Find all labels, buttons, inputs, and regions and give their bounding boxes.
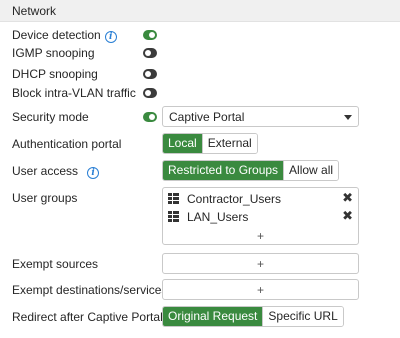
auth-portal-row: Authentication portal Local External [0, 133, 400, 155]
network-section-header: Network [0, 0, 400, 22]
auth-portal-label: Authentication portal [12, 137, 122, 151]
exempt-sources-field[interactable]: + [162, 253, 359, 274]
redirect-option-original-request[interactable]: Original Request [163, 307, 263, 326]
device-detection-label: Device detection [12, 28, 101, 42]
add-user-group-button[interactable]: + [163, 229, 358, 243]
block-intra-vlan-toggle[interactable] [143, 88, 157, 98]
add-exempt-source-button[interactable]: + [163, 257, 358, 271]
list-item: Contractor_Users ✖ [168, 190, 356, 208]
exempt-sources-label: Exempt sources [12, 257, 99, 271]
security-mode-value: Captive Portal [169, 110, 245, 124]
security-mode-select[interactable]: Captive Portal [162, 106, 359, 127]
block-intra-vlan-row: Block intra-VLAN traffic [0, 85, 400, 101]
redirect-label: Redirect after Captive Portal [12, 310, 163, 324]
auth-portal-option-local[interactable]: Local [163, 134, 202, 153]
user-access-option-restricted[interactable]: Restricted to Groups [163, 161, 284, 180]
device-detection-row: Device detection i [0, 27, 400, 43]
user-groups-row: User groups Contractor_Users ✖ LAN_Users… [0, 187, 400, 245]
user-access-row: User access i Restricted to Groups Allow … [0, 160, 400, 182]
redirect-row: Redirect after Captive Portal Original R… [0, 306, 400, 328]
close-icon[interactable]: ✖ [342, 208, 353, 224]
exempt-sources-row: Exempt sources + [0, 253, 400, 274]
user-group-name: LAN_Users [187, 210, 249, 224]
exempt-destinations-label: Exempt destinations/services [12, 283, 168, 297]
exempt-destinations-field[interactable]: + [162, 279, 359, 300]
group-icon [168, 193, 179, 204]
user-access-label: User access [12, 164, 79, 178]
add-exempt-destination-button[interactable]: + [163, 283, 358, 297]
close-icon[interactable]: ✖ [342, 190, 353, 206]
user-group-name: Contractor_Users [187, 192, 282, 206]
auth-portal-segmented: Local External [162, 133, 258, 154]
igmp-snooping-toggle[interactable] [143, 48, 157, 58]
chevron-down-icon [344, 115, 352, 120]
section-title: Network [12, 4, 57, 18]
igmp-snooping-row: IGMP snooping [0, 45, 400, 61]
dhcp-snooping-toggle[interactable] [143, 69, 157, 79]
list-item: LAN_Users ✖ [168, 208, 356, 226]
igmp-snooping-label: IGMP snooping [12, 46, 95, 60]
security-mode-label: Security mode [12, 110, 89, 124]
exempt-destinations-row: Exempt destinations/services + [0, 279, 400, 300]
security-mode-row: Security mode Captive Portal [0, 106, 400, 128]
redirect-segmented: Original Request Specific URL [162, 306, 344, 327]
user-access-option-allow-all[interactable]: Allow all [283, 161, 339, 180]
info-icon[interactable]: i [87, 167, 100, 179]
user-access-segmented: Restricted to Groups Allow all [162, 160, 340, 181]
user-groups-label: User groups [12, 191, 78, 205]
dhcp-snooping-label: DHCP snooping [12, 67, 98, 81]
device-detection-toggle[interactable] [143, 30, 157, 40]
block-intra-vlan-label: Block intra-VLAN traffic [12, 86, 136, 100]
redirect-option-specific-url[interactable]: Specific URL [262, 307, 343, 326]
auth-portal-option-external[interactable]: External [201, 134, 257, 153]
security-mode-toggle[interactable] [143, 112, 157, 122]
user-groups-list: Contractor_Users ✖ LAN_Users ✖ + [162, 187, 359, 245]
group-icon [168, 211, 179, 222]
info-icon[interactable]: i [104, 31, 117, 43]
dhcp-snooping-row: DHCP snooping [0, 66, 400, 82]
